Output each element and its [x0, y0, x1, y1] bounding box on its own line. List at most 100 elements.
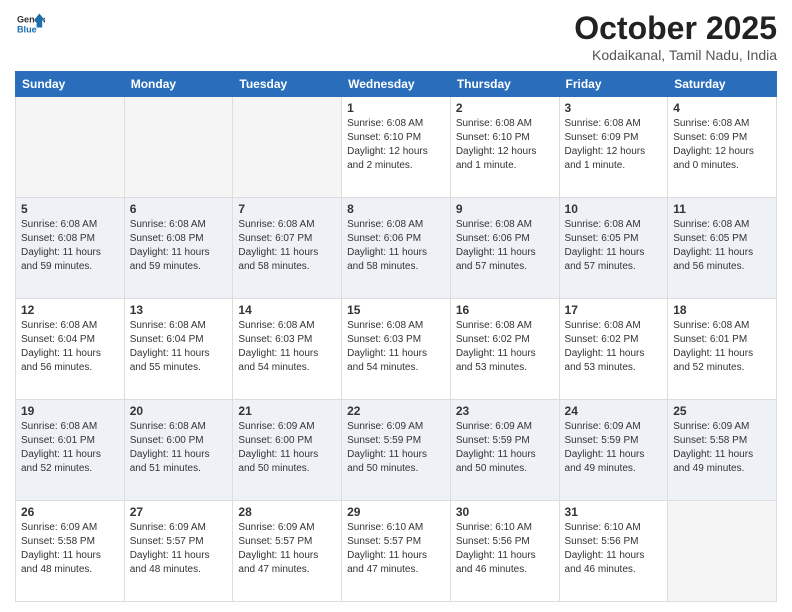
calendar-cell: 13Sunrise: 6:08 AMSunset: 6:04 PMDayligh… — [124, 299, 233, 400]
calendar-week-row: 5 Sunrise: 6:08 AMSunset: 6:08 PMDaylight… — [16, 198, 777, 299]
day-info: Sunrise: 6:09 AMSunset: 6:00 PMDaylight:… — [238, 420, 336, 476]
day-info: Sunrise: 6:08 AMSunset: 6:01 PMDaylight:… — [21, 420, 119, 476]
day-number: 27 — [130, 505, 228, 519]
calendar-cell: 7 Sunrise: 6:08 AMSunset: 6:07 PMDaylight… — [233, 198, 342, 299]
day-number: 3 — [565, 101, 663, 115]
day-number: 15 — [347, 303, 445, 317]
day-info: Sunrise: 6:08 AMSunset: 6:04 PMDaylight:… — [21, 319, 119, 375]
day-header-wednesday: Wednesday — [342, 72, 451, 97]
calendar-cell: 27 Sunrise: 6:09 AMSunset: 5:57 PMDayligh… — [124, 501, 233, 602]
day-number: 31 — [565, 505, 663, 519]
logo: General Blue — [15, 10, 45, 43]
day-info: Sunrise: 6:09 AMSunset: 5:57 PMDaylight:… — [238, 521, 336, 577]
calendar-table: SundayMondayTuesdayWednesdayThursdayFrid… — [15, 71, 777, 602]
day-number: 17 — [565, 303, 663, 317]
day-info: Sunrise: 6:08 AMSunset: 6:10 PMDaylight:… — [347, 117, 445, 173]
day-info: Sunrise: 6:08 AMSunset: 6:07 PMDaylight:… — [238, 218, 336, 274]
day-number: 14 — [238, 303, 336, 317]
svg-text:Blue: Blue — [17, 24, 37, 34]
calendar-cell: 6 Sunrise: 6:08 AMSunset: 6:08 PMDaylight… — [124, 198, 233, 299]
calendar-cell: 14 Sunrise: 6:08 AMSunset: 6:03 PMDayligh… — [233, 299, 342, 400]
calendar-cell: 18 Sunrise: 6:08 AMSunset: 6:01 PMDayligh… — [668, 299, 777, 400]
calendar-cell: 16 Sunrise: 6:08 AMSunset: 6:02 PMDayligh… — [450, 299, 559, 400]
day-info: Sunrise: 6:08 AMSunset: 6:09 PMDaylight:… — [565, 117, 663, 173]
calendar-week-row: 19 Sunrise: 6:08 AMSunset: 6:01 PMDayligh… — [16, 400, 777, 501]
day-number: 19 — [21, 404, 119, 418]
day-header-thursday: Thursday — [450, 72, 559, 97]
day-number: 16 — [456, 303, 554, 317]
location: Kodaikanal, Tamil Nadu, India — [574, 47, 777, 63]
day-info: Sunrise: 6:08 AMSunset: 6:09 PMDaylight:… — [673, 117, 771, 173]
calendar-cell: 24 Sunrise: 6:09 AMSunset: 5:59 PMDayligh… — [559, 400, 668, 501]
calendar-cell: 11 Sunrise: 6:08 AMSunset: 6:05 PMDayligh… — [668, 198, 777, 299]
calendar-cell: 17Sunrise: 6:08 AMSunset: 6:02 PMDayligh… — [559, 299, 668, 400]
calendar-cell: 15 Sunrise: 6:08 AMSunset: 6:03 PMDayligh… — [342, 299, 451, 400]
day-info: Sunrise: 6:09 AMSunset: 5:57 PMDaylight:… — [130, 521, 228, 577]
calendar-cell — [124, 97, 233, 198]
calendar-cell: 30Sunrise: 6:10 AMSunset: 5:56 PMDayligh… — [450, 501, 559, 602]
day-number: 11 — [673, 202, 771, 216]
day-info: Sunrise: 6:08 AMSunset: 6:10 PMDaylight:… — [456, 117, 554, 173]
day-number: 6 — [130, 202, 228, 216]
day-number: 13 — [130, 303, 228, 317]
day-number: 4 — [673, 101, 771, 115]
calendar-cell: 28 Sunrise: 6:09 AMSunset: 5:57 PMDayligh… — [233, 501, 342, 602]
day-number: 12 — [21, 303, 119, 317]
day-number: 26 — [21, 505, 119, 519]
day-info: Sunrise: 6:08 AMSunset: 6:08 PMDaylight:… — [21, 218, 119, 274]
day-number: 21 — [238, 404, 336, 418]
day-number: 28 — [238, 505, 336, 519]
day-number: 7 — [238, 202, 336, 216]
calendar-cell — [668, 501, 777, 602]
calendar-cell: 29 Sunrise: 6:10 AMSunset: 5:57 PMDayligh… — [342, 501, 451, 602]
title-area: October 2025 Kodaikanal, Tamil Nadu, Ind… — [574, 10, 777, 63]
calendar-week-row: 26 Sunrise: 6:09 AMSunset: 5:58 PMDayligh… — [16, 501, 777, 602]
day-info: Sunrise: 6:08 AMSunset: 6:08 PMDaylight:… — [130, 218, 228, 274]
calendar-cell: 4 Sunrise: 6:08 AMSunset: 6:09 PMDaylight… — [668, 97, 777, 198]
day-info: Sunrise: 6:08 AMSunset: 6:05 PMDaylight:… — [673, 218, 771, 274]
day-number: 10 — [565, 202, 663, 216]
calendar-cell: 8 Sunrise: 6:08 AMSunset: 6:06 PMDaylight… — [342, 198, 451, 299]
day-number: 23 — [456, 404, 554, 418]
day-number: 8 — [347, 202, 445, 216]
calendar-cell: 21 Sunrise: 6:09 AMSunset: 6:00 PMDayligh… — [233, 400, 342, 501]
day-info: Sunrise: 6:09 AMSunset: 5:59 PMDaylight:… — [565, 420, 663, 476]
calendar-cell: 5 Sunrise: 6:08 AMSunset: 6:08 PMDaylight… — [16, 198, 125, 299]
day-info: Sunrise: 6:09 AMSunset: 5:58 PMDaylight:… — [21, 521, 119, 577]
logo-icon: General Blue — [17, 10, 45, 38]
calendar-cell: 19 Sunrise: 6:08 AMSunset: 6:01 PMDayligh… — [16, 400, 125, 501]
day-number: 22 — [347, 404, 445, 418]
day-header-sunday: Sunday — [16, 72, 125, 97]
page-header: General Blue October 2025 Kodaikanal, Ta… — [15, 10, 777, 63]
day-number: 20 — [130, 404, 228, 418]
calendar-cell: 9 Sunrise: 6:08 AMSunset: 6:06 PMDaylight… — [450, 198, 559, 299]
calendar-cell: 26 Sunrise: 6:09 AMSunset: 5:58 PMDayligh… — [16, 501, 125, 602]
calendar-cell — [16, 97, 125, 198]
calendar-cell: 31Sunrise: 6:10 AMSunset: 5:56 PMDayligh… — [559, 501, 668, 602]
day-header-monday: Monday — [124, 72, 233, 97]
day-info: Sunrise: 6:08 AMSunset: 6:06 PMDaylight:… — [456, 218, 554, 274]
day-info: Sunrise: 6:08 AMSunset: 6:06 PMDaylight:… — [347, 218, 445, 274]
day-info: Sunrise: 6:10 AMSunset: 5:57 PMDaylight:… — [347, 521, 445, 577]
day-number: 29 — [347, 505, 445, 519]
month-title: October 2025 — [574, 10, 777, 47]
calendar-cell: 20Sunrise: 6:08 AMSunset: 6:00 PMDayligh… — [124, 400, 233, 501]
day-number: 9 — [456, 202, 554, 216]
calendar-cell: 12 Sunrise: 6:08 AMSunset: 6:04 PMDayligh… — [16, 299, 125, 400]
day-number: 18 — [673, 303, 771, 317]
day-info: Sunrise: 6:10 AMSunset: 5:56 PMDaylight:… — [456, 521, 554, 577]
calendar-cell: 3 Sunrise: 6:08 AMSunset: 6:09 PMDaylight… — [559, 97, 668, 198]
calendar-cell: 25Sunrise: 6:09 AMSunset: 5:58 PMDayligh… — [668, 400, 777, 501]
day-info: Sunrise: 6:09 AMSunset: 5:59 PMDaylight:… — [456, 420, 554, 476]
day-number: 5 — [21, 202, 119, 216]
calendar-cell: 10Sunrise: 6:08 AMSunset: 6:05 PMDayligh… — [559, 198, 668, 299]
day-number: 24 — [565, 404, 663, 418]
calendar-cell: 22Sunrise: 6:09 AMSunset: 5:59 PMDayligh… — [342, 400, 451, 501]
calendar-header-row: SundayMondayTuesdayWednesdayThursdayFrid… — [16, 72, 777, 97]
day-info: Sunrise: 6:08 AMSunset: 6:02 PMDaylight:… — [456, 319, 554, 375]
day-info: Sunrise: 6:08 AMSunset: 6:03 PMDaylight:… — [347, 319, 445, 375]
day-header-saturday: Saturday — [668, 72, 777, 97]
day-info: Sunrise: 6:08 AMSunset: 6:01 PMDaylight:… — [673, 319, 771, 375]
day-number: 1 — [347, 101, 445, 115]
day-info: Sunrise: 6:08 AMSunset: 6:03 PMDaylight:… — [238, 319, 336, 375]
